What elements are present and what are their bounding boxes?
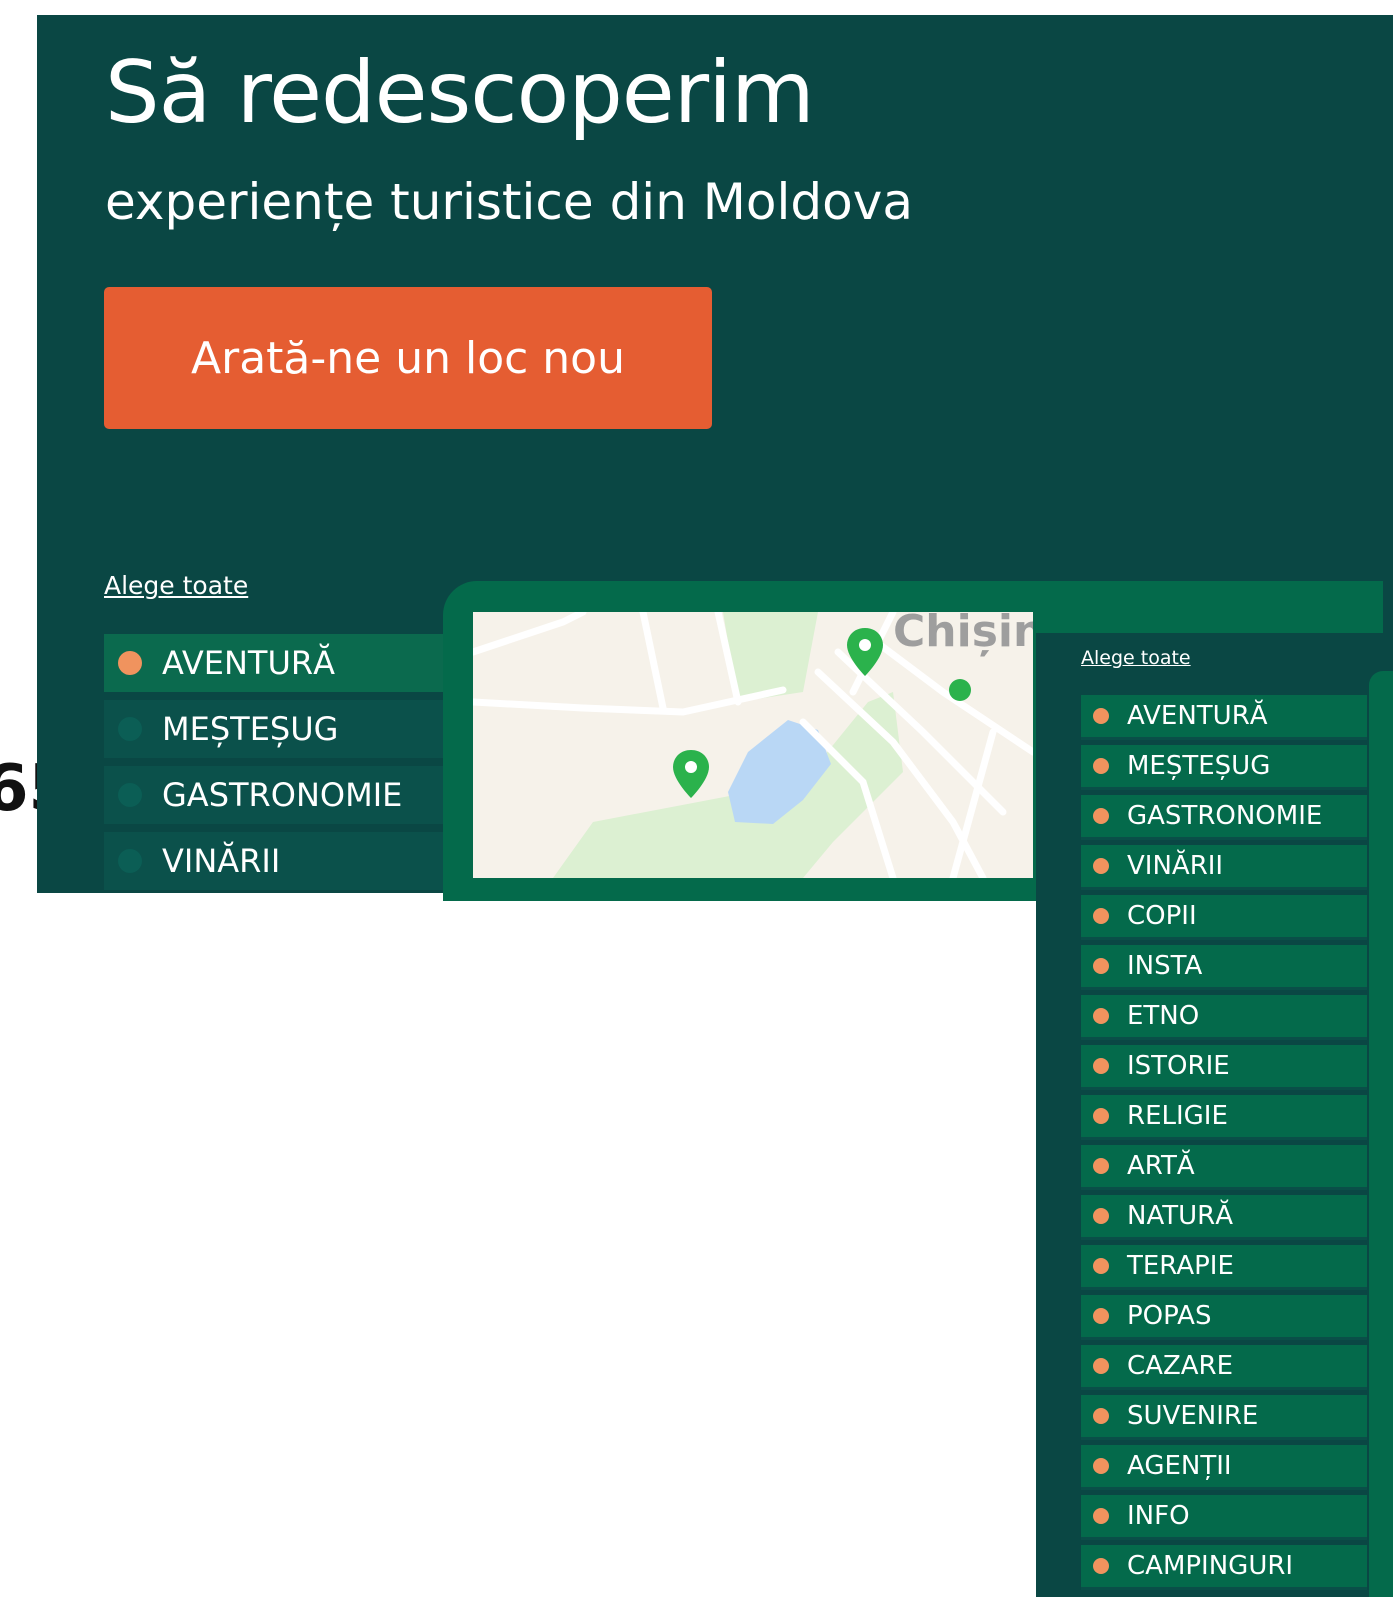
category-vinarii[interactable]: VINĂRII <box>104 832 480 890</box>
map-point-icon[interactable] <box>949 679 971 701</box>
category-dot-icon <box>1093 1058 1109 1074</box>
map-marker-icon[interactable] <box>673 750 709 798</box>
category-label: VINĂRII <box>1127 851 1224 881</box>
side-category-terapie[interactable]: TERAPIE <box>1081 1245 1367 1290</box>
side-category-vinarii[interactable]: VINĂRII <box>1081 845 1367 890</box>
category-label: ARTĂ <box>1127 1151 1195 1181</box>
park-area <box>553 692 903 878</box>
category-dot-icon <box>118 849 142 873</box>
category-label: NATURĂ <box>1127 1201 1233 1231</box>
side-category-religie[interactable]: RELIGIE <box>1081 1095 1367 1140</box>
category-label: ISTORIE <box>1127 1051 1230 1081</box>
category-label: COPII <box>1127 901 1197 931</box>
category-label: RELIGIE <box>1127 1101 1228 1131</box>
hero-title: Să redescoperim <box>105 43 815 143</box>
side-category-copii[interactable]: COPII <box>1081 895 1367 940</box>
side-select-all-link[interactable]: Alege toate <box>1081 647 1191 669</box>
city-label: Chișinău <box>893 612 1033 657</box>
category-dot-icon <box>1093 1458 1109 1474</box>
hero-subtitle: experiențe turistice din Moldova <box>105 173 913 231</box>
category-dot-icon <box>118 717 142 741</box>
category-dot-icon <box>1093 1208 1109 1224</box>
side-category-list: AVENTURĂ MEȘTEȘUG GASTRONOMIE VINĂRII CO… <box>1081 695 1367 1595</box>
side-category-etno[interactable]: ETNO <box>1081 995 1367 1040</box>
category-label: AVENTURĂ <box>162 644 335 682</box>
category-dot-icon <box>1093 1408 1109 1424</box>
side-category-insta[interactable]: INSTA <box>1081 945 1367 990</box>
category-mestesug[interactable]: MEȘTEȘUG <box>104 700 480 758</box>
side-category-aventura[interactable]: AVENTURĂ <box>1081 695 1367 740</box>
category-label: GASTRONOMIE <box>1127 801 1323 831</box>
category-label: ETNO <box>1127 1001 1200 1031</box>
category-label: GASTRONOMIE <box>162 776 403 814</box>
side-category-mestesug[interactable]: MEȘTEȘUG <box>1081 745 1367 790</box>
side-category-suvenire[interactable]: SUVENIRE <box>1081 1395 1367 1440</box>
category-dot-icon <box>1093 1258 1109 1274</box>
side-category-arta[interactable]: ARTĂ <box>1081 1145 1367 1190</box>
side-filter-panel: Alege toate AVENTURĂ MEȘTEȘUG GASTRONOMI… <box>1036 633 1393 1597</box>
category-dot-icon <box>1093 1108 1109 1124</box>
category-dot-icon <box>1093 758 1109 774</box>
category-dot-icon <box>118 783 142 807</box>
category-label: POPAS <box>1127 1301 1212 1331</box>
category-dot-icon <box>1093 908 1109 924</box>
category-dot-icon <box>1093 1358 1109 1374</box>
side-category-info[interactable]: INFO <box>1081 1495 1367 1540</box>
side-category-agentii[interactable]: AGENȚII <box>1081 1445 1367 1490</box>
clipped-number-text: 65 <box>0 752 37 826</box>
category-label: INSTA <box>1127 951 1203 981</box>
category-dot-icon <box>118 651 142 675</box>
category-dot-icon <box>1093 858 1109 874</box>
select-all-link[interactable]: Alege toate <box>104 571 248 600</box>
side-category-popas[interactable]: POPAS <box>1081 1295 1367 1340</box>
category-label: SUVENIRE <box>1127 1401 1259 1431</box>
category-label: CAZARE <box>1127 1351 1234 1381</box>
side-category-natura[interactable]: NATURĂ <box>1081 1195 1367 1240</box>
category-label: MEȘTEȘUG <box>162 710 339 748</box>
category-gastronomie[interactable]: GASTRONOMIE <box>104 766 480 824</box>
side-category-cazare[interactable]: CAZARE <box>1081 1345 1367 1390</box>
main-category-list: AVENTURĂ MEȘTEȘUG GASTRONOMIE VINĂRII <box>104 634 480 893</box>
show-new-place-button[interactable]: Arată-ne un loc nou <box>104 287 712 429</box>
side-category-istorie[interactable]: ISTORIE <box>1081 1045 1367 1090</box>
category-aventura[interactable]: AVENTURĂ <box>104 634 480 692</box>
map-canvas: Chișinău <box>473 612 1033 878</box>
category-label: CAMPINGURI <box>1127 1551 1294 1581</box>
category-label: TERAPIE <box>1127 1251 1234 1281</box>
category-dot-icon <box>1093 1308 1109 1324</box>
panel-edge <box>1369 671 1393 1597</box>
category-label: MEȘTEȘUG <box>1127 751 1271 781</box>
category-dot-icon <box>1093 1508 1109 1524</box>
side-category-campinguri[interactable]: CAMPINGURI <box>1081 1545 1367 1590</box>
category-label: AVENTURĂ <box>1127 701 1268 731</box>
category-dot-icon <box>1093 808 1109 824</box>
category-label: AGENȚII <box>1127 1451 1232 1481</box>
category-label: INFO <box>1127 1501 1190 1531</box>
category-dot-icon <box>1093 1558 1109 1574</box>
category-dot-icon <box>1093 1008 1109 1024</box>
side-category-gastronomie[interactable]: GASTRONOMIE <box>1081 795 1367 840</box>
category-label: VINĂRII <box>162 842 281 880</box>
category-dot-icon <box>1093 958 1109 974</box>
category-dot-icon <box>1093 1158 1109 1174</box>
map-view[interactable]: Chișinău <box>473 612 1033 878</box>
category-dot-icon <box>1093 708 1109 724</box>
